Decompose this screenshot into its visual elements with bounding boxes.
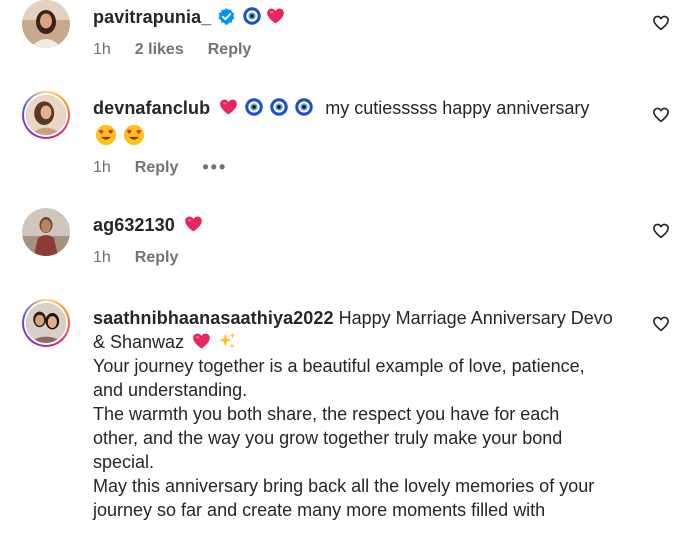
nazar-amulet-emoji <box>244 97 264 117</box>
more-options-button[interactable]: ••• <box>202 157 227 178</box>
reply-button[interactable]: Reply <box>135 159 179 177</box>
comment-text: May this anniversary bring back all the … <box>93 476 595 496</box>
avatar-photo-icon <box>22 0 70 48</box>
reply-button[interactable]: Reply <box>208 41 252 59</box>
comment-body: saathnibhaanasaathiya2022 Happy Marriage… <box>93 306 638 522</box>
red-heart-emoji <box>191 331 212 351</box>
avatar-photo-icon <box>26 303 66 343</box>
heart-outline-icon <box>652 14 670 32</box>
comment-text: other, and the way you grow together tru… <box>93 428 563 448</box>
username[interactable]: saathnibhaanasaathiya2022 <box>93 308 334 328</box>
heart-outline-icon <box>652 222 670 240</box>
nazar-amulet-emoji <box>242 6 262 26</box>
comment-body: pavitrapunia_ <box>93 5 638 32</box>
username[interactable]: devnafanclub <box>93 98 210 118</box>
nazar-amulet-emoji <box>269 97 289 117</box>
timestamp: 1h <box>93 158 111 176</box>
nazar-amulet-emoji <box>294 97 314 117</box>
comment-meta: 1h Reply ••• <box>93 157 227 178</box>
sparkles-emoji <box>217 331 237 351</box>
comment-text: & Shanwaz <box>93 332 185 352</box>
heart-eyes-emoji <box>123 124 145 146</box>
comment-text: Your journey together is a beautiful exa… <box>93 356 585 376</box>
comment-text: my cutiesssss happy anniversary <box>325 98 590 118</box>
avatar[interactable] <box>22 91 70 139</box>
red-heart-emoji <box>183 214 204 234</box>
avatar[interactable] <box>22 208 70 256</box>
red-heart-emoji <box>218 97 239 117</box>
avatar-photo-icon <box>26 95 66 135</box>
comment-meta: 1h 2 likes Reply <box>93 41 251 59</box>
comment-text: The warmth you both share, the respect y… <box>93 404 560 424</box>
like-button[interactable] <box>652 14 670 32</box>
like-button[interactable] <box>652 315 670 333</box>
heart-outline-icon <box>652 315 670 333</box>
avatar[interactable] <box>22 0 70 48</box>
comment-meta: 1h Reply <box>93 249 178 267</box>
avatar-photo-icon <box>22 208 70 256</box>
reply-button[interactable]: Reply <box>135 249 179 267</box>
comment-text: special. <box>93 452 155 472</box>
comment-text: Happy Marriage Anniversary Devo <box>338 308 613 328</box>
verified-badge-icon <box>217 7 236 32</box>
username[interactable]: pavitrapunia_ <box>93 7 211 27</box>
username[interactable]: ag632130 <box>93 215 175 235</box>
heart-eyes-emoji <box>95 124 117 146</box>
like-button[interactable] <box>652 222 670 240</box>
timestamp: 1h <box>93 41 111 58</box>
red-heart-emoji <box>265 6 286 26</box>
heart-outline-icon <box>652 106 670 124</box>
comment-text: and understanding. <box>93 380 248 400</box>
comment-body: ag632130 <box>93 213 638 237</box>
likes-count[interactable]: 2 likes <box>135 41 184 59</box>
comment-body: devnafanclub my cutiesssss happy anniver… <box>93 96 638 149</box>
timestamp: 1h <box>93 249 111 266</box>
avatar[interactable] <box>22 299 70 347</box>
comment-text: journey so far and create many more mome… <box>93 500 546 520</box>
like-button[interactable] <box>652 106 670 124</box>
